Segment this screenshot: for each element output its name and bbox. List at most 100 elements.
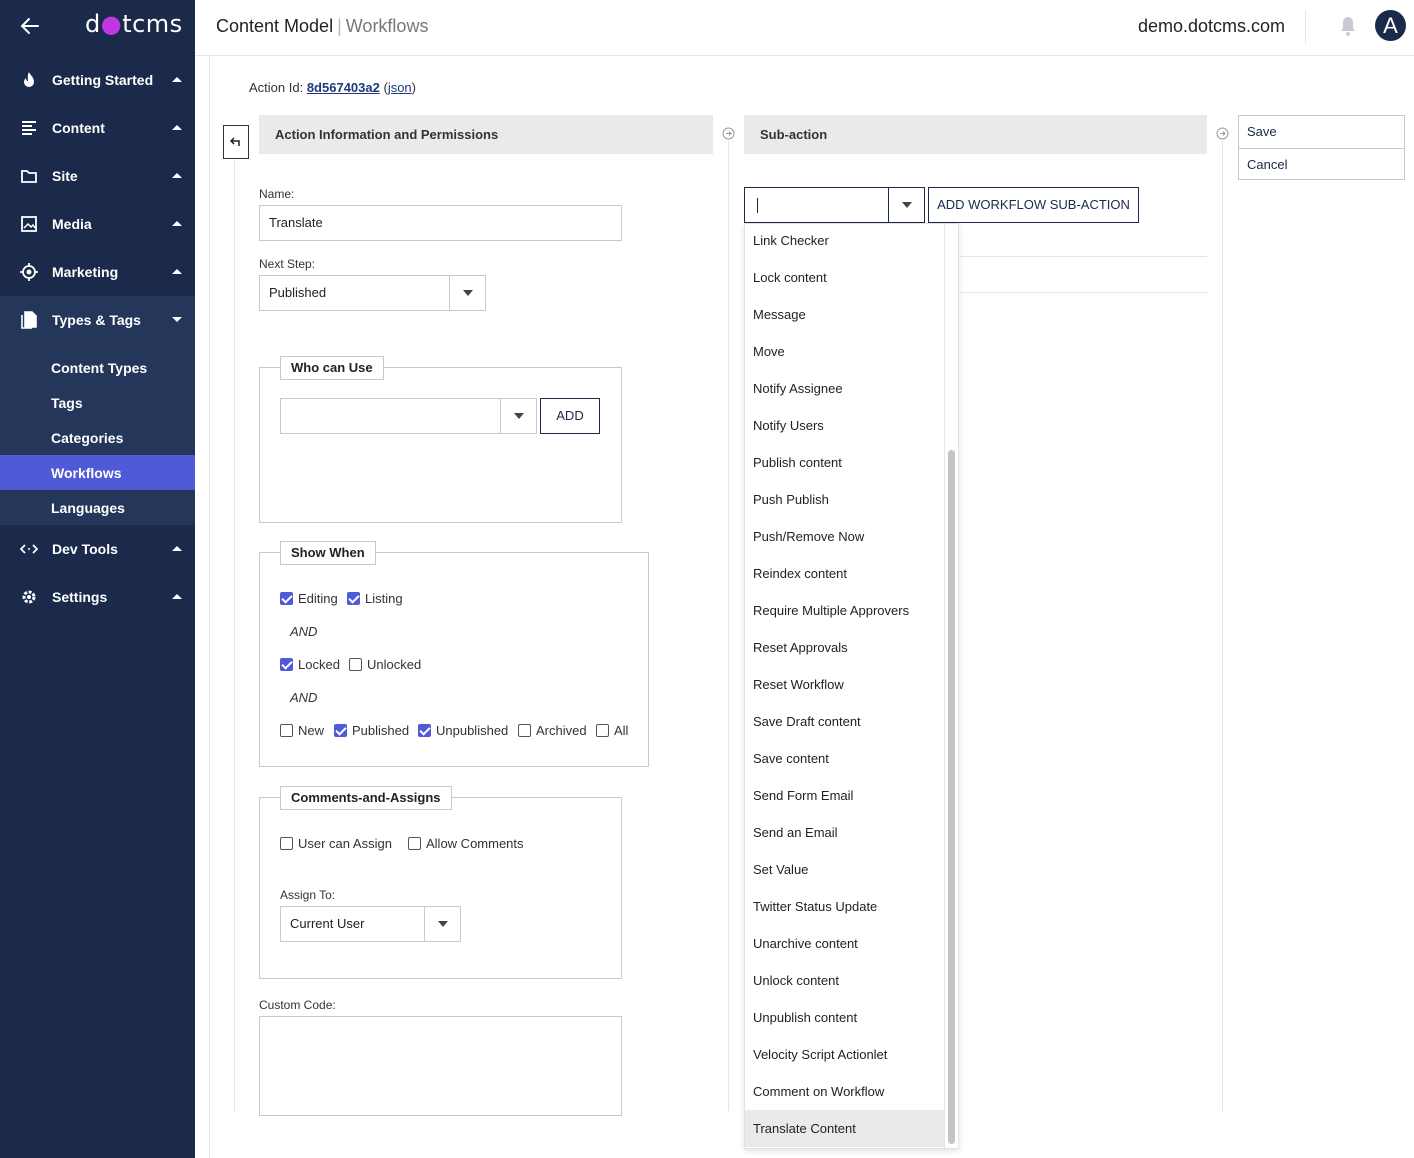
chevron-down-icon[interactable] <box>449 276 485 310</box>
checkbox-checked[interactable] <box>280 658 293 671</box>
list-item[interactable]: Push/Remove Now <box>745 518 945 555</box>
site-selector[interactable]: demo.dotcms.com <box>1138 16 1285 37</box>
sidebar-item-languages[interactable]: Languages <box>0 490 195 525</box>
flame-icon <box>24 72 34 87</box>
add-permission-button[interactable]: ADD <box>540 398 600 434</box>
chevron-down-icon[interactable] <box>500 399 536 433</box>
list-item[interactable]: Save Draft content <box>745 703 945 740</box>
checkbox-checked[interactable] <box>334 724 347 737</box>
action-info-header: Action Information and Permissions <box>259 115 713 154</box>
list-item[interactable]: Send an Email <box>745 814 945 851</box>
assign-to-dropdown[interactable]: Current User <box>280 906 461 942</box>
nav-marketing[interactable]: Marketing <box>0 248 195 296</box>
add-workflow-sub-action-button[interactable]: ADD WORKFLOW SUB-ACTION <box>928 187 1139 223</box>
checkbox-unchecked[interactable] <box>408 837 421 850</box>
breadcrumb-parent[interactable]: Content Model <box>216 16 333 36</box>
list-item[interactable]: Twitter Status Update <box>745 888 945 925</box>
caret-up-icon <box>172 125 182 130</box>
checkbox-unchecked[interactable] <box>280 837 293 850</box>
list-item[interactable]: Save content <box>745 740 945 777</box>
user-can-assign-checkbox[interactable]: User can Assign <box>280 836 392 851</box>
nav-getting-started[interactable]: Getting Started <box>0 56 195 104</box>
nav-content[interactable]: Content <box>0 104 195 152</box>
new-checkbox[interactable]: New <box>280 723 324 738</box>
list-item[interactable]: Notify Users <box>745 407 945 444</box>
caret-up-icon <box>172 269 182 274</box>
top-header: Content Model | Workflows demo.dotcms.com … <box>195 0 1414 56</box>
list-item[interactable]: Reset Approvals <box>745 629 945 666</box>
sub-action-dropdown-list: Link Checker Lock content Message Move N… <box>744 223 959 1149</box>
header-divider <box>1305 10 1306 44</box>
checkbox-unchecked[interactable] <box>596 724 609 737</box>
chevron-down-icon[interactable] <box>424 907 460 941</box>
unpublished-checkbox[interactable]: Unpublished <box>418 723 508 738</box>
sub-action-row-divider <box>960 292 1207 293</box>
locked-checkbox[interactable]: Locked <box>280 657 340 672</box>
listing-checkbox[interactable]: Listing <box>347 591 403 606</box>
nav-site[interactable]: Site <box>0 152 195 200</box>
nav-media[interactable]: Media <box>0 200 195 248</box>
chevron-down-icon[interactable] <box>888 188 924 222</box>
list-item[interactable]: Velocity Script Actionlet <box>745 1036 945 1073</box>
and-label-2: AND <box>290 690 318 705</box>
sub-action-header: Sub-action <box>744 115 1207 154</box>
list-item[interactable]: Push Publish <box>745 481 945 518</box>
list-item[interactable]: Comment on Workflow <box>745 1073 945 1110</box>
sidebar-item-workflows[interactable]: Workflows <box>0 455 195 490</box>
list-item[interactable]: Require Multiple Approvers <box>745 592 945 629</box>
list-item[interactable]: Notify Assignee <box>745 370 945 407</box>
editing-checkbox[interactable]: Editing <box>280 591 338 606</box>
list-item-highlighted[interactable]: Translate Content <box>745 1110 945 1147</box>
sub-action-select[interactable] <box>744 187 925 223</box>
list-item[interactable]: Unpublish content <box>745 999 945 1036</box>
save-button[interactable]: Save <box>1239 116 1404 148</box>
checkbox-unchecked[interactable] <box>518 724 531 737</box>
name-input[interactable]: Translate <box>259 205 622 241</box>
and-label-1: AND <box>290 624 318 639</box>
list-item[interactable]: Message <box>745 296 945 333</box>
back-button[interactable] <box>223 125 249 159</box>
assign-to-label: Assign To: <box>280 888 336 902</box>
all-checkbox[interactable]: All <box>596 723 628 738</box>
list-item[interactable]: Send Form Email <box>745 777 945 814</box>
caret-up-icon <box>172 546 182 551</box>
archived-checkbox[interactable]: Archived <box>518 723 587 738</box>
scrollbar-thumb[interactable] <box>948 450 955 1144</box>
checkbox-checked[interactable] <box>280 592 293 605</box>
nav-dev-tools[interactable]: Dev Tools <box>0 525 195 573</box>
json-link[interactable]: json <box>388 80 412 95</box>
checkbox-checked[interactable] <box>418 724 431 737</box>
allow-comments-checkbox[interactable]: Allow Comments <box>408 836 524 851</box>
list-item[interactable]: Reset Workflow <box>745 666 945 703</box>
list-item[interactable]: Reindex content <box>745 555 945 592</box>
sidebar-item-categories[interactable]: Categories <box>0 420 195 455</box>
nav-settings[interactable]: Settings <box>0 573 195 621</box>
who-can-use-dropdown[interactable] <box>280 398 537 434</box>
bell-icon[interactable] <box>1339 16 1357 36</box>
avatar[interactable]: A <box>1375 10 1406 41</box>
action-id-link[interactable]: 8d567403a2 <box>307 80 380 95</box>
arrow-left-icon[interactable] <box>18 14 42 38</box>
list-item[interactable]: Publish content <box>745 444 945 481</box>
published-checkbox[interactable]: Published <box>334 723 409 738</box>
custom-code-textarea[interactable] <box>259 1016 622 1116</box>
cancel-button[interactable]: Cancel <box>1239 148 1404 180</box>
list-item[interactable]: Unlock content <box>745 962 945 999</box>
list-item[interactable]: Unarchive content <box>745 925 945 962</box>
checkbox-unchecked[interactable] <box>349 658 362 671</box>
list-item[interactable]: Link Checker <box>745 224 945 259</box>
checkbox-checked[interactable] <box>347 592 360 605</box>
sidebar-item-content-types[interactable]: Content Types <box>0 350 195 385</box>
next-step-dropdown[interactable]: Published <box>259 275 486 311</box>
nav-types-tags[interactable]: Types & Tags <box>0 296 195 344</box>
sidebar-item-tags[interactable]: Tags <box>0 385 195 420</box>
checkbox-unchecked[interactable] <box>280 724 293 737</box>
dotcms-logo[interactable]: d●tcms <box>85 10 183 38</box>
list-item[interactable]: Lock content <box>745 259 945 296</box>
dropdown-scrollbar[interactable] <box>944 224 958 1148</box>
text-cursor <box>757 198 758 213</box>
unlocked-checkbox[interactable]: Unlocked <box>349 657 421 672</box>
list-item[interactable]: Move <box>745 333 945 370</box>
list-item[interactable]: Set Value <box>745 851 945 888</box>
caret-up-icon <box>172 173 182 178</box>
